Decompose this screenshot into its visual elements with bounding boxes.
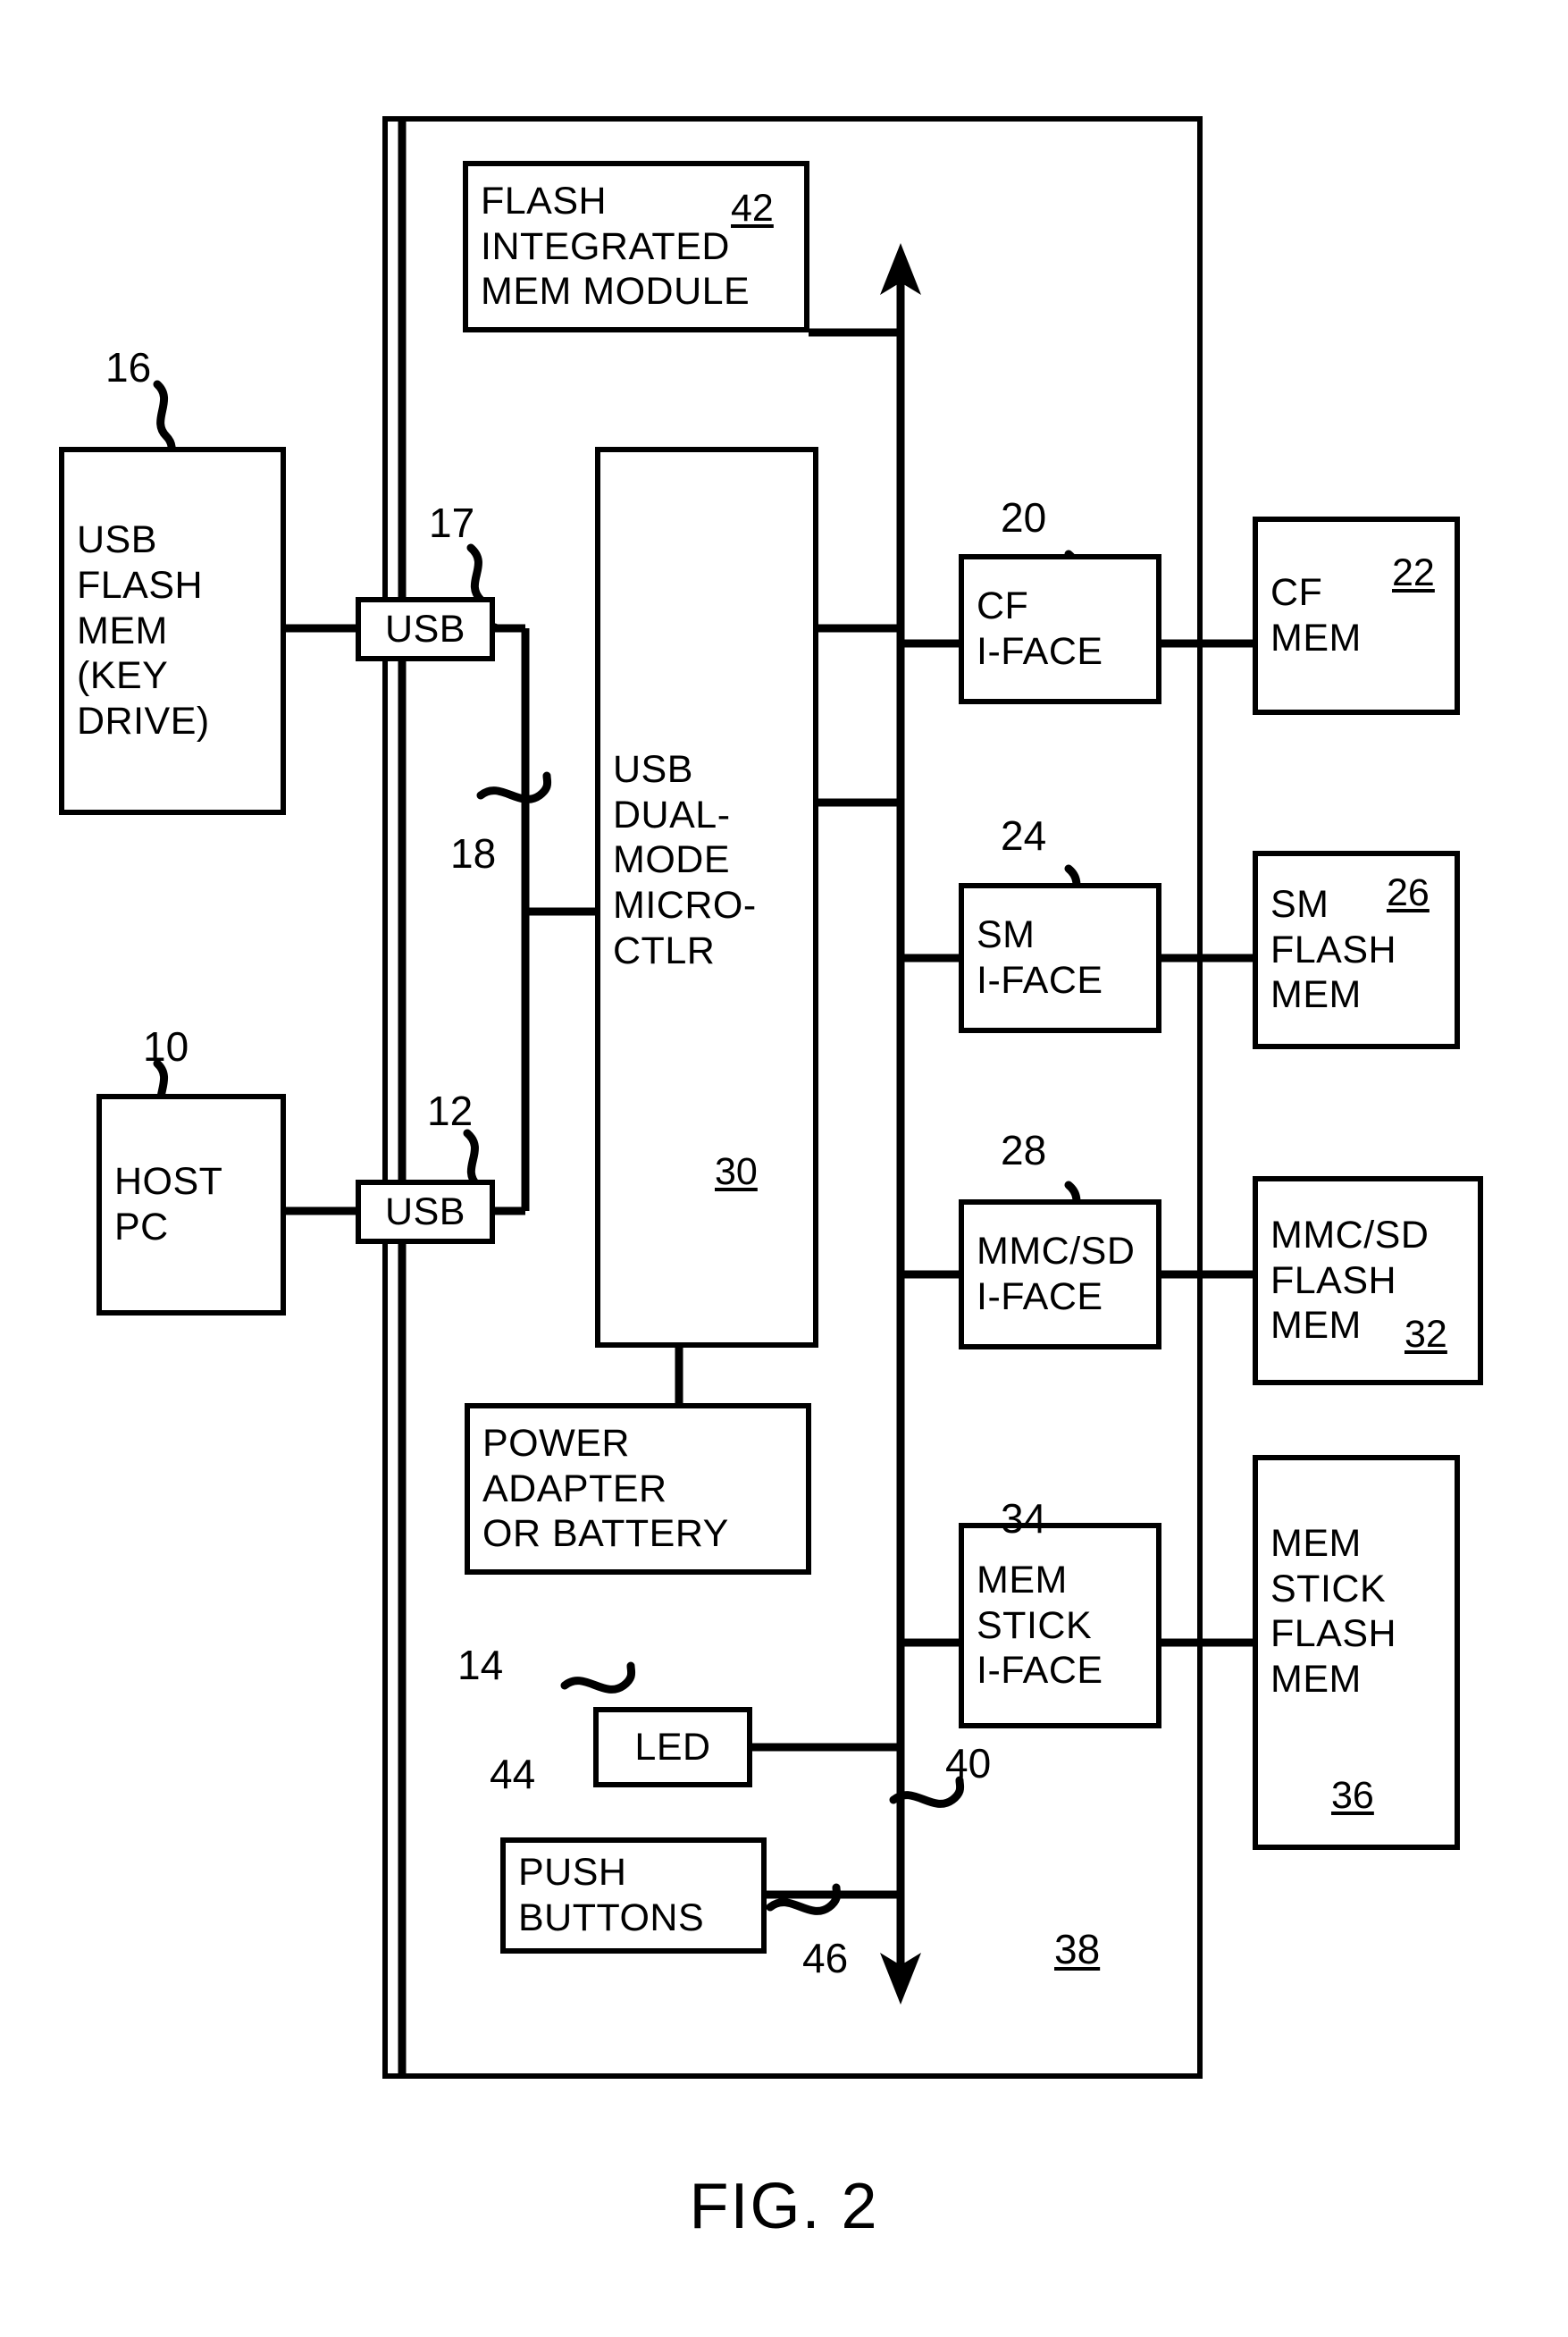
cf-iface-label: CF I-FACE (977, 584, 1103, 673)
box-mmc-sd-iface: MMC/SD I-FACE (959, 1199, 1161, 1349)
usb-flash-mem-label: USB FLASH MEM (KEY DRIVE) (77, 518, 210, 744)
ref-16: 16 (105, 344, 152, 391)
inbox-ref-42: 42 (731, 187, 774, 230)
ref-28: 28 (1001, 1127, 1047, 1173)
ref-38: 38 (1054, 1926, 1101, 1972)
box-usb-flash-mem-key-drive: USB FLASH MEM (KEY DRIVE) (59, 447, 286, 815)
box-host-pc: HOST PC (96, 1094, 286, 1316)
patent-figure-2: FLASH INTEGRATED MEM MODULE 42 USB FLASH… (0, 0, 1568, 2337)
ref-18: 18 (450, 830, 497, 877)
box-cf-iface: CF I-FACE (959, 554, 1161, 704)
box-led: LED (593, 1707, 752, 1787)
box-cf-mem: CF MEM (1253, 517, 1460, 715)
ref-14: 14 (457, 1642, 504, 1688)
box-push-buttons: PUSH BUTTONS (500, 1837, 767, 1954)
box-usb-dual-mode-micro-ctlr: USB DUAL- MODE MICRO- CTLR (595, 447, 818, 1348)
usb-port-top-label: USB (385, 607, 465, 651)
mem-stick-iface-label: MEM STICK I-FACE (977, 1558, 1103, 1693)
mmc-sd-iface-label: MMC/SD I-FACE (977, 1230, 1136, 1318)
figure-caption: FIG. 2 (689, 2171, 879, 2242)
inbox-ref-32: 32 (1404, 1313, 1447, 1356)
sm-iface-label: SM I-FACE (977, 913, 1103, 1002)
box-usb-port-top: USB (356, 597, 495, 661)
inbox-ref-36: 36 (1331, 1774, 1374, 1817)
power-adapter-label: POWER ADAPTER OR BATTERY (482, 1421, 729, 1556)
inbox-ref-30: 30 (715, 1150, 758, 1193)
ref-24: 24 (1001, 812, 1047, 859)
led-label: LED (634, 1725, 711, 1769)
usb-port-bottom-label: USB (385, 1190, 465, 1233)
inbox-ref-22: 22 (1392, 551, 1435, 594)
ref-20: 20 (1001, 494, 1047, 541)
box-power-adapter-or-battery: POWER ADAPTER OR BATTERY (465, 1403, 811, 1575)
ref-40: 40 (945, 1740, 992, 1786)
host-pc-label: HOST PC (114, 1160, 223, 1248)
push-buttons-label: PUSH BUTTONS (518, 1851, 705, 1939)
ref-44: 44 (490, 1751, 536, 1797)
ref-46: 46 (802, 1935, 849, 1981)
ref-34: 34 (1001, 1495, 1047, 1542)
box-usb-port-bottom: USB (356, 1180, 495, 1244)
mem-stick-flash-mem-label: MEM STICK FLASH MEM (1270, 1522, 1397, 1702)
ref-17: 17 (429, 500, 475, 546)
ref-10: 10 (143, 1023, 189, 1070)
micro-ctlr-label: USB DUAL- MODE MICRO- CTLR (613, 748, 757, 972)
inbox-ref-26: 26 (1387, 871, 1430, 914)
box-mmc-sd-flash-mem: MMC/SD FLASH MEM (1253, 1176, 1483, 1385)
box-mem-stick-iface: MEM STICK I-FACE (959, 1523, 1161, 1728)
ref-12: 12 (427, 1088, 474, 1134)
box-sm-iface: SM I-FACE (959, 883, 1161, 1033)
